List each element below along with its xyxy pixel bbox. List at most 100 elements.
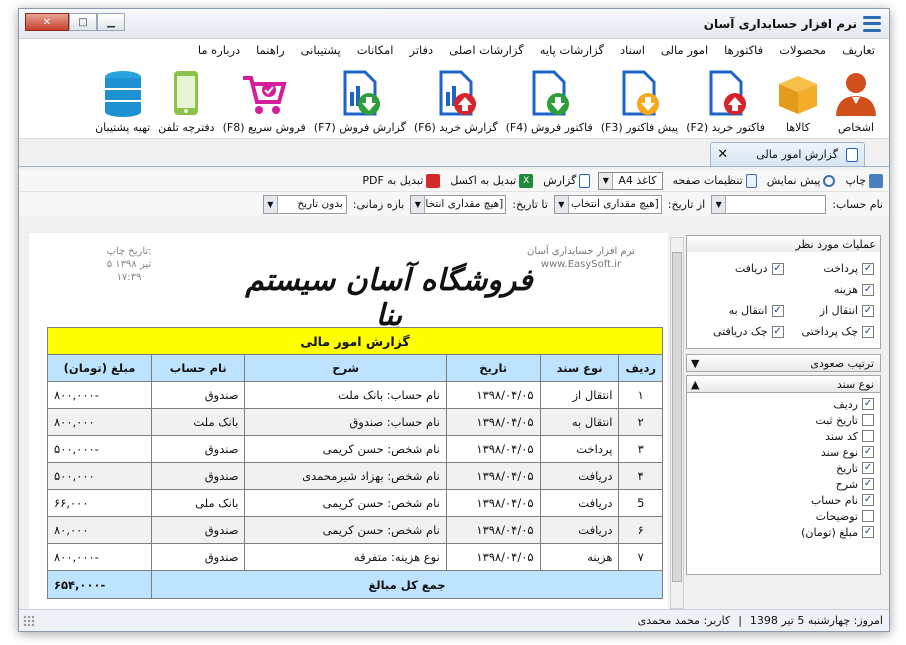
table-cell: ۴ — [618, 462, 663, 490]
products-button[interactable]: کالاها — [773, 68, 823, 134]
checkbox[interactable] — [862, 526, 874, 538]
print-button[interactable]: چاپ — [845, 173, 883, 188]
menu-invoices[interactable]: فاکتورها — [716, 43, 771, 57]
persons-button[interactable]: اشخاص — [831, 68, 881, 134]
date-range-select[interactable]: بدون تاریخ ▼ — [262, 194, 347, 214]
table-cell: نوع هزینه: متفرقه — [244, 543, 447, 571]
op-checkbox-item[interactable]: هزینه — [784, 283, 874, 296]
checkbox[interactable] — [862, 414, 874, 426]
checkbox[interactable] — [862, 462, 874, 474]
checkbox[interactable] — [862, 304, 874, 317]
op-checkbox-item[interactable]: چک پرداختی — [784, 325, 874, 338]
table-cell: پرداخت — [539, 435, 620, 463]
table-row: 5 دریافت ۱۳۹۸/۰۴/۰۵ نام شخص: حسن کریمی بانک … — [47, 489, 663, 517]
menu-definitions[interactable]: تعاریف — [834, 43, 883, 57]
chevron-down-icon: ▼ — [599, 172, 614, 189]
report-doc-icon — [579, 173, 591, 188]
pre-invoice-button[interactable]: پیش فاکتور (F3) — [601, 68, 678, 134]
op-checkbox-item[interactable]: چک دریافتی — [693, 325, 784, 338]
table-cell: صندوق — [150, 435, 246, 463]
menu-products[interactable]: محصولات — [771, 43, 834, 57]
backup-button[interactable]: تهیه پشتیبان — [95, 68, 150, 134]
checkbox[interactable] — [862, 478, 874, 490]
account-name-select[interactable]: ▼ — [711, 194, 827, 214]
checkbox[interactable] — [771, 262, 784, 275]
column-checkbox-item[interactable]: تاریخ ثبت — [687, 412, 874, 428]
sales-report-button[interactable]: گزارش فروش (F7) — [314, 68, 406, 134]
op-checkbox-item[interactable]: دریافت — [693, 262, 784, 275]
export-excel-button[interactable]: X تبدیل به اکسل — [450, 173, 534, 188]
table-cell: ۱۳۹۸/۰۴/۰۵ — [445, 489, 541, 517]
op-checkbox-item[interactable]: انتقال به — [693, 304, 784, 317]
column-checkbox-item[interactable]: مبلغ (تومان) — [687, 524, 874, 540]
report-button[interactable]: گزارش — [543, 173, 591, 188]
menu-about[interactable]: درباره ما — [190, 43, 248, 57]
op-checkbox-item[interactable]: پرداخت — [784, 262, 874, 275]
report-preview: تاریخ چاپ: ۵ تیر ۱۳۹۸ ۱۷:۳۹ نرم افزار حس… — [29, 233, 668, 623]
menu-main-reports[interactable]: گزارشات اصلی — [441, 43, 532, 57]
checkbox[interactable] — [771, 304, 784, 317]
column-checkbox-item[interactable]: نام حساب — [687, 492, 874, 508]
close-tab-icon[interactable]: ✕ — [717, 147, 728, 162]
table-cell: ۳ — [618, 435, 663, 463]
menu-documents[interactable]: اسناد — [612, 43, 653, 57]
checkbox[interactable] — [862, 510, 874, 522]
close-window-button[interactable]: ✕ — [25, 13, 69, 31]
columns-header[interactable]: نوع سند ▲ — [686, 375, 881, 393]
op-checkbox-item[interactable]: انتقال از — [784, 304, 874, 317]
column-checkbox-item[interactable]: ردیف — [687, 396, 874, 412]
menu-finance[interactable]: امور مالی — [653, 43, 716, 57]
table-cell: بانک ملی — [150, 489, 246, 517]
maximize-button[interactable]: □ — [69, 13, 97, 31]
preview-button[interactable]: پیش نمایش — [767, 174, 836, 187]
page-settings-button[interactable]: تنظیمات صفحه — [673, 173, 757, 188]
menu-help[interactable]: راهنما — [248, 43, 292, 57]
tab-finance-report[interactable]: گزارش امور مالی ✕ — [710, 142, 865, 166]
magnifier-icon — [823, 174, 836, 187]
table-cell: ۱۳۹۸/۰۴/۰۵ — [445, 516, 541, 544]
total-label: جمع کل مبالغ — [151, 570, 663, 599]
page-icon — [745, 173, 757, 188]
menu-base-reports[interactable]: گزارشات پایه — [532, 43, 612, 57]
quick-sale-button[interactable]: فروش سریع (F8) — [223, 68, 306, 134]
checkbox[interactable] — [771, 325, 784, 338]
checkbox[interactable] — [862, 494, 874, 506]
purchase-report-button[interactable]: گزارش خرید (F6) — [414, 68, 498, 134]
column-checkbox-item[interactable]: شرح — [687, 476, 874, 492]
column-checkbox-item[interactable]: کد سند — [687, 428, 874, 444]
menu-ledgers[interactable]: دفاتر — [401, 43, 441, 57]
checkbox[interactable] — [862, 262, 874, 275]
checkbox[interactable] — [862, 283, 874, 296]
phonebook-button[interactable]: دفترچه تلفن — [158, 68, 215, 134]
table-cell: صندوق — [150, 543, 246, 571]
sort-order-header[interactable]: ترتیب صعودی ▼ — [686, 354, 881, 372]
table-cell: ۱ — [618, 381, 663, 409]
table-row: ۴ دریافت ۱۳۹۸/۰۴/۰۵ نام شخص: بهزاد شیرمحمدی… — [47, 462, 663, 490]
table-cell: نام شخص: حسن کریمی — [244, 435, 447, 463]
checkbox[interactable] — [862, 446, 874, 458]
chart-doc-up-icon — [439, 70, 476, 116]
menu-tools[interactable]: امکانات — [349, 43, 402, 57]
table-row: ۶ دریافت ۱۳۹۸/۰۴/۰۵ نام شخص: حسن کریمی صندوق… — [47, 516, 663, 544]
to-date-picker[interactable]: [هیچ مقداری انتخاب▼ — [410, 194, 507, 214]
box-icon — [779, 76, 817, 114]
column-header: ردیف — [618, 354, 663, 382]
purchase-invoice-button[interactable]: فاکتور خرید (F2) — [686, 68, 765, 134]
report-scrollbar[interactable] — [670, 237, 684, 609]
export-pdf-button[interactable]: تبدیل به PDF — [362, 173, 441, 188]
table-cell: ۵۰۰,۰۰۰ — [47, 462, 152, 490]
column-checkbox-item[interactable]: نوع سند — [687, 444, 874, 460]
column-checkbox-item[interactable]: توضیحات — [687, 508, 874, 524]
paper-size-select[interactable]: کاغذ A4 ▼ — [598, 171, 663, 190]
menu-support[interactable]: پشتیبانی — [293, 43, 349, 57]
checkbox[interactable] — [862, 398, 874, 410]
resize-grip-icon[interactable] — [23, 615, 35, 627]
table-cell: ۱۳۹۸/۰۴/۰۵ — [445, 408, 541, 436]
minimize-button[interactable]: ▁ — [97, 13, 125, 31]
checkbox[interactable] — [862, 430, 874, 442]
checkbox[interactable] — [862, 325, 874, 338]
sales-invoice-button[interactable]: فاکتور فروش (F4) — [506, 68, 593, 134]
column-checkbox-item[interactable]: تاریخ — [687, 460, 874, 476]
from-date-picker[interactable]: [هیچ مقداری انتخاب ▼ — [553, 194, 662, 214]
scroll-thumb[interactable] — [672, 252, 682, 582]
